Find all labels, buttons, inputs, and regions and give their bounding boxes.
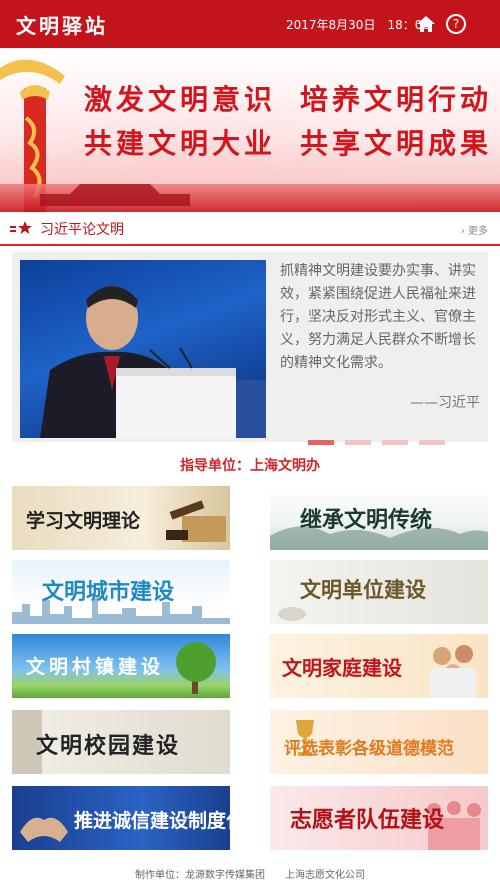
tile-unit-building[interactable]: 文明单位建设 (270, 560, 488, 624)
carousel-dot[interactable] (345, 440, 371, 445)
carousel-dot[interactable] (382, 440, 408, 445)
speaker-photo (20, 260, 266, 438)
tile-label: 志愿者队伍建设 (290, 807, 445, 833)
star-icon (10, 221, 32, 234)
home-icon (417, 16, 435, 32)
section-header: 习近平论文明 › 更多 (0, 212, 500, 246)
home-button[interactable] (416, 14, 436, 34)
tile-integrity-system[interactable]: 推进诚信建设制度化 (12, 786, 230, 850)
slogan-2: 培养文明行动 (300, 83, 493, 116)
datetime: 2017年8月30日 18：00 (286, 18, 430, 32)
tile-family-building[interactable]: 文明家庭建设 (270, 634, 488, 698)
tile-village-building[interactable]: 文明村镇建设 (12, 634, 230, 698)
carousel-dot[interactable] (308, 440, 334, 445)
slogan-3: 共建文明大业 (84, 127, 277, 160)
carousel-indicators (308, 430, 456, 449)
app-title: 文明驿站 (16, 14, 108, 38)
books-gavel-image (166, 500, 226, 542)
quote-author: ——习近平 (410, 395, 480, 411)
tile-campus-building[interactable]: 文明校园建设 (12, 710, 230, 774)
slogan-4: 共享文明成果 (300, 127, 493, 160)
quote-carousel[interactable]: 抓精神文明建设要办实事、讲实效，紧紧围绕促进人民福祉来进行，坚决反对形式主义、官… (12, 252, 488, 445)
tile-moral-models[interactable]: 评选表彰各级道德模范 (270, 710, 488, 774)
carousel-dot[interactable] (419, 440, 445, 445)
tree-image (176, 642, 216, 694)
family-photo-image (430, 645, 476, 698)
tile-inherit-tradition[interactable]: 继承文明传统 (270, 486, 488, 550)
question-icon: ? (452, 17, 460, 31)
guidance-unit: 指导单位：上海文明办 (180, 458, 320, 474)
chevron-right-icon: › (460, 226, 465, 237)
tile-label: 文明家庭建设 (282, 656, 402, 680)
more-label: 更多 (468, 226, 488, 237)
tile-label: 文明校园建设 (36, 733, 181, 759)
slogan-1: 激发文明意识 (84, 83, 277, 116)
tile-city-building[interactable]: 文明城市建设 (12, 560, 230, 624)
tile-study-theory[interactable]: 学习文明理论 (12, 486, 230, 550)
top-bar: 文明驿站 2017年8月30日 18：00 ? (0, 0, 500, 48)
tile-label: 评选表彰各级道德模范 (284, 739, 454, 759)
handshake-image (20, 817, 68, 842)
more-link[interactable]: › 更多 (461, 222, 488, 237)
tile-label: 学习文明理论 (26, 510, 141, 532)
footer-credits: 制作单位：龙源数字传媒集团 上海志愿文化公司 (135, 870, 365, 881)
section-title: 习近平论文明 (40, 222, 124, 238)
tiananmen-silhouette (40, 184, 190, 206)
tile-label: 继承文明传统 (300, 507, 433, 533)
tile-volunteer-team[interactable]: 志愿者队伍建设 (270, 786, 488, 850)
tile-label: 文明城市建设 (42, 579, 175, 605)
speaker-illustration (40, 286, 266, 438)
tile-label: 推进诚信建设制度化 (74, 810, 230, 832)
help-button[interactable]: ? (446, 14, 466, 34)
tile-label: 文明单位建设 (300, 577, 426, 602)
hero-banner: 激发文明意识 培养文明行动 共建文明大业 共享文明成果 (0, 48, 500, 212)
tile-label: 文明村镇建设 (26, 656, 165, 678)
quote-text: 抓精神文明建设要办实事、讲实效，紧紧围绕促进人民福祉来进行，坚决反对形式主义、官… (280, 263, 476, 371)
